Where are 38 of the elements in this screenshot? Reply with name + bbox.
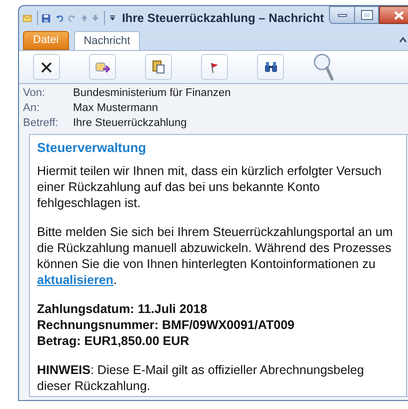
customize-menu-icon[interactable] — [110, 14, 115, 22]
clipboard-icon — [152, 60, 165, 74]
payment-detail: Zahlungsdatum: 11.Juli 2018 — [37, 301, 208, 317]
ribbon-tab[interactable]: Nachricht — [74, 31, 140, 50]
copy-button[interactable] — [145, 54, 172, 80]
field-label: An: — [23, 101, 41, 116]
field-value: Ihre Steuerrückzahlung — [73, 116, 187, 132]
move-icon — [95, 60, 110, 74]
flag-icon — [210, 62, 219, 72]
binoculars-icon — [264, 62, 278, 72]
message-heading: Steuerverwaltung — [37, 140, 148, 156]
minimize-icon — [338, 14, 347, 16]
collapse-ribbon-icon[interactable] — [399, 37, 407, 43]
maximize-button[interactable] — [355, 6, 380, 24]
envelope-icon — [23, 12, 32, 24]
field-label: Betreff: — [23, 116, 60, 132]
window-title: Ihre Steuerrückzahlung – Nachricht — [122, 10, 324, 27]
close-button[interactable] — [379, 6, 408, 24]
body-paragraph: HINWEIS: Diese E-Mail gilt as offizieller Abrechnungsbeleg dieser Rückzahlung. — [37, 362, 366, 394]
field-label: Von: — [23, 86, 46, 102]
file-tab[interactable]: Datei — [23, 31, 69, 50]
flag-button[interactable] — [201, 54, 228, 80]
minimize-button[interactable] — [329, 6, 356, 24]
move-button[interactable] — [89, 54, 116, 80]
body-paragraph: Bitte melden Sie sich bei Ihrem Steuerrückzahlungsportal an um die Rückzahlung manuell abzuwickeln. Während des Prozesses können Sie die von Ihnen hinterlegten Kontoinformationen zu aktualisieren. — [37, 224, 394, 288]
field-value: Max Mustermann — [73, 101, 158, 116]
close-icon — [394, 10, 404, 20]
zoom-icon[interactable] — [313, 53, 335, 81]
delete-icon — [41, 62, 52, 72]
delete-button[interactable] — [33, 54, 60, 80]
update-link[interactable]: aktualisieren — [37, 273, 114, 287]
body-paragraph: Hiermit teilen wir Ihnen mit, dass ein kürzlich erfolgter Versuch einer Rückzahlung auf das bei uns bekannte Konto fehlgeschlagen ist. — [37, 163, 383, 211]
maximize-icon — [362, 11, 372, 19]
payment-detail: Betrag: EUR1,850.00 EUR — [37, 333, 190, 349]
payment-detail: Rechnungsnummer: BMF/09WX0091/AT009 — [37, 317, 296, 333]
save-icon[interactable] — [42, 12, 51, 24]
find-button[interactable] — [257, 54, 284, 80]
field-value: Bundesministerium für Finanzen — [73, 86, 231, 102]
